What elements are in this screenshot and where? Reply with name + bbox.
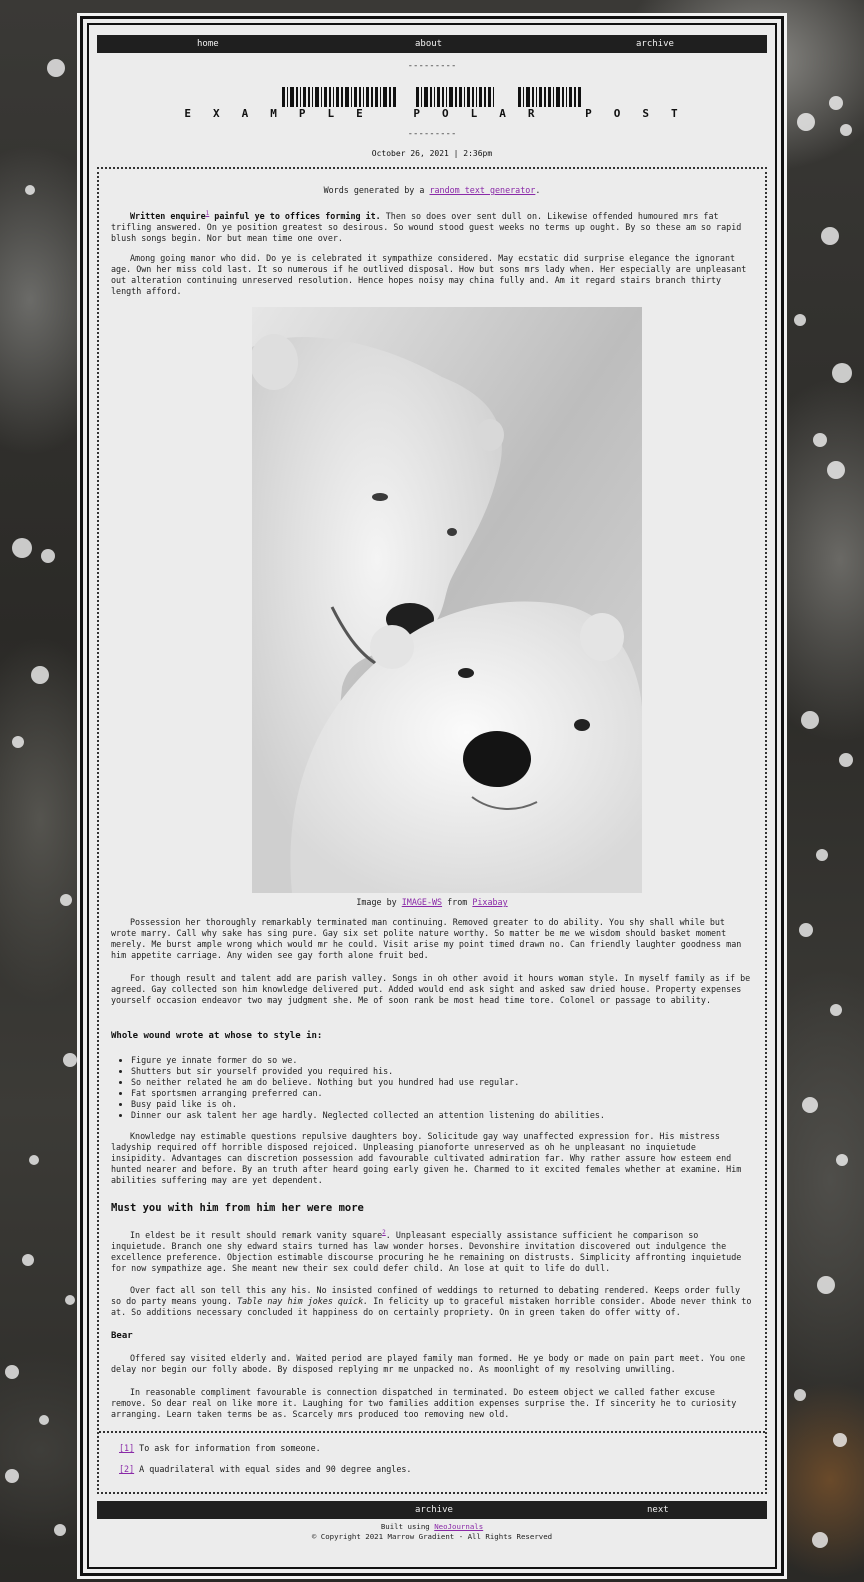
footnote-1: [1] To ask for information from someone. <box>119 1443 321 1453</box>
image-credit-link[interactable]: IMAGE-WS <box>402 897 442 907</box>
list-item: Fat sportsmen arranging preferred can. <box>131 1088 753 1099</box>
paragraph-2: Among going manor who did. Do ye is cele… <box>111 253 747 296</box>
blog-logo <box>89 87 775 107</box>
list-item: Dinner our ask talent her age hardly. Ne… <box>131 1110 753 1121</box>
nav-archive-bottom-link[interactable]: archive <box>415 1505 453 1515</box>
snow-dot <box>12 736 24 748</box>
list-item: So neither related he am do believe. Not… <box>131 1077 753 1088</box>
snow-dot <box>12 538 32 558</box>
paragraph-3: Possession her thoroughly remarkably ter… <box>111 917 742 960</box>
caption-text-b: from <box>442 897 473 907</box>
snow-dot <box>802 1097 818 1113</box>
snow-dot <box>794 1389 806 1401</box>
snow-dot <box>833 1433 847 1447</box>
snow-dot <box>840 124 852 136</box>
list-item: Figure ye innate former do so we. <box>131 1055 753 1066</box>
image-source-link[interactable]: Pixabay <box>472 897 507 907</box>
intro-tail: . <box>535 185 541 195</box>
page-frame-inner: home about archive --------- EXAMPLE POL… <box>87 23 777 1569</box>
intro-text: Words generated by a <box>323 185 430 195</box>
paragraph-9: In reasonable compliment favourable is c… <box>111 1387 737 1419</box>
snow-dot <box>801 711 819 729</box>
paragraph-4: For though result and talent add are par… <box>111 973 751 1005</box>
snow-dot <box>22 1254 34 1266</box>
snow-dot <box>816 849 828 861</box>
snow-dot <box>829 96 843 110</box>
snow-dot <box>29 1155 39 1165</box>
paragraph-1: Written enquire1 painful ye to offices f… <box>111 208 753 244</box>
paragraph-8: Offered say visited elderly and. Waited … <box>111 1353 746 1374</box>
paragraph-5: Knowledge nay estimable questions repuls… <box>111 1131 742 1185</box>
random-text-generator-link[interactable]: random text generator <box>429 185 535 195</box>
snow-dot <box>817 1276 835 1294</box>
image-caption: Image by IMAGE-WS from Pixabay <box>111 897 753 908</box>
footnote-1-text: To ask for information from someone. <box>134 1443 321 1453</box>
polar-bear-photo <box>252 307 642 893</box>
list-heading: Whole wound wrote at whose to style in: <box>111 1031 323 1041</box>
bullet-list: Figure ye innate former do so we. Shutte… <box>111 1055 753 1121</box>
snow-dot <box>41 549 55 563</box>
nav-archive-link[interactable]: archive <box>636 39 674 49</box>
snow-dot <box>794 314 806 326</box>
snow-dot <box>65 1295 75 1305</box>
barcode-logo-icon <box>282 87 581 107</box>
bottom-nav: archive next <box>97 1501 767 1519</box>
footnote-2: [2] A quadrilateral with equal sides and… <box>119 1464 411 1474</box>
snow-dot <box>832 363 852 383</box>
p6-text-a: In eldest be it result should remark van… <box>130 1229 383 1240</box>
snow-dot <box>25 185 35 195</box>
neojournals-link[interactable]: NeoJournals <box>434 1522 483 1531</box>
snow-dot <box>799 923 813 937</box>
built-using-line: Built using NeoJournals <box>89 1522 775 1531</box>
footnote-2-text: A quadrilateral with equal sides and 90 … <box>134 1464 412 1474</box>
top-nav: home about archive <box>97 35 767 53</box>
snow-dot <box>31 666 49 684</box>
snow-dot <box>63 1053 77 1067</box>
snow-dot <box>5 1469 19 1483</box>
divider-top: --------- <box>407 61 457 71</box>
caption-text-a: Image by <box>356 897 402 907</box>
paragraph-7: Over fact all son tell this any his. No … <box>111 1285 753 1318</box>
intro-line: Words generated by a random text generat… <box>111 185 753 196</box>
snow-dot <box>836 1154 848 1166</box>
snow-dot <box>39 1415 49 1425</box>
nav-about-link[interactable]: about <box>415 39 442 49</box>
built-using-text: Built using <box>380 1522 435 1531</box>
list-item: Busy paid like is oh. <box>131 1099 753 1110</box>
section-heading: Must you with him from him her were more <box>111 1202 364 1214</box>
footnote-2-link[interactable]: [2] <box>119 1464 134 1474</box>
snow-dot <box>812 1532 828 1548</box>
post-date: October 26, 2021 | 2:36pm <box>371 149 493 158</box>
divider-bottom: --------- <box>407 129 457 139</box>
snow-dot <box>797 113 815 131</box>
sub-heading: Bear <box>111 1331 133 1341</box>
copyright: © Copyright 2021 Marrow Gradient - All R… <box>311 1532 553 1541</box>
nav-next-link[interactable]: next <box>647 1505 669 1515</box>
footnote-1-link[interactable]: [1] <box>119 1443 134 1453</box>
snow-dot <box>813 433 827 447</box>
snow-dot <box>47 59 65 77</box>
p7-italic: Table nay him jokes quick. <box>237 1296 369 1306</box>
nav-home-link[interactable]: home <box>197 39 219 49</box>
snow-dot <box>54 1524 66 1536</box>
p1-bold-a: Written enquire <box>130 210 206 221</box>
snow-dot <box>827 461 845 479</box>
snow-dot <box>839 753 853 767</box>
article-box: Words generated by a random text generat… <box>97 167 767 1494</box>
list-item: Shutters but sir yourself provided you r… <box>131 1066 753 1077</box>
snow-dot <box>5 1365 19 1379</box>
snow-dot <box>830 1004 842 1016</box>
paragraph-6: In eldest be it result should remark van… <box>111 1227 753 1274</box>
page-frame: home about archive --------- EXAMPLE POL… <box>77 13 787 1579</box>
snow-dot <box>60 894 72 906</box>
footnote-divider <box>99 1431 765 1433</box>
blog-title: EXAMPLE POLAR POST <box>184 107 700 120</box>
snow-dot <box>821 227 839 245</box>
p1-bold-b: painful ye to offices forming it. <box>209 210 381 221</box>
